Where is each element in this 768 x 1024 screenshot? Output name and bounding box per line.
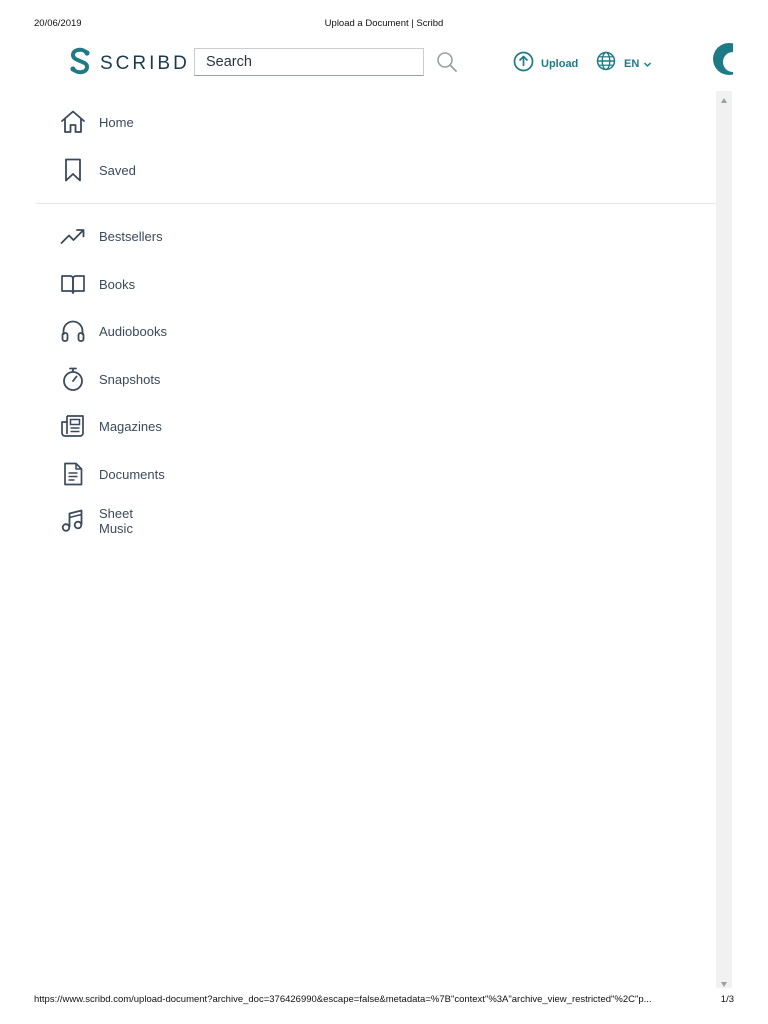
upload-label: Upload: [541, 58, 579, 70]
scribd-s-icon: [68, 47, 92, 80]
nav-label: Audiobooks: [99, 323, 167, 339]
home-icon: [60, 109, 86, 135]
print-page-number: 1/3: [720, 994, 734, 1005]
trending-up-icon: [60, 223, 86, 249]
nav-item-books[interactable]: Books: [60, 271, 135, 297]
upload-button[interactable]: Upload: [513, 51, 578, 77]
nav-label: Bestsellers: [99, 228, 163, 244]
print-url: https://www.scribd.com/upload-document?a…: [34, 994, 652, 1005]
music-note-icon: [60, 508, 86, 534]
nav-label: Sheet Music: [99, 506, 133, 536]
language-selector[interactable]: EN: [596, 51, 652, 76]
nav-label: Books: [99, 276, 136, 292]
page-scrollbar[interactable]: [716, 91, 732, 988]
nav-label: Home: [99, 114, 134, 130]
nav-item-documents[interactable]: Documents: [60, 461, 165, 487]
nav-label: Documents: [99, 466, 165, 482]
headphones-icon: [60, 318, 86, 344]
bookmark-icon: [60, 157, 86, 183]
open-book-icon: [60, 271, 86, 297]
document-icon: [60, 461, 86, 487]
nav-label: Magazines: [99, 418, 162, 434]
stopwatch-icon: [60, 366, 86, 392]
scroll-down-arrow-icon[interactable]: [716, 976, 732, 987]
nav-item-magazines[interactable]: Magazines: [60, 413, 162, 439]
search-icon[interactable]: [436, 51, 458, 73]
search-field[interactable]: [194, 48, 424, 76]
scribd-logo[interactable]: SCRIBD: [68, 47, 190, 80]
search-input[interactable]: [195, 49, 423, 75]
nav-item-audiobooks[interactable]: Audiobooks: [60, 318, 167, 344]
globe-icon: [596, 51, 616, 76]
logo-text: SCRIBD: [100, 52, 190, 74]
nav-item-home[interactable]: Home: [60, 109, 134, 135]
chevron-down-icon: [643, 55, 652, 73]
nav-item-sheet-music[interactable]: Sheet Music: [60, 506, 133, 536]
nav-item-snapshots[interactable]: Snapshots: [60, 366, 160, 392]
newspaper-icon: [60, 413, 86, 439]
nav-label: Saved: [99, 162, 136, 178]
nav-item-bestsellers[interactable]: Bestsellers: [60, 223, 163, 249]
scroll-up-arrow-icon[interactable]: [716, 93, 732, 103]
nav-divider: [36, 203, 716, 204]
nav-label: Snapshots: [99, 371, 161, 387]
print-title: Upload a Document | Scribd: [324, 18, 444, 29]
upload-arrow-icon: [513, 51, 534, 77]
avatar[interactable]: [711, 43, 733, 75]
nav-item-saved[interactable]: Saved: [60, 157, 136, 183]
language-label: EN: [624, 57, 640, 70]
